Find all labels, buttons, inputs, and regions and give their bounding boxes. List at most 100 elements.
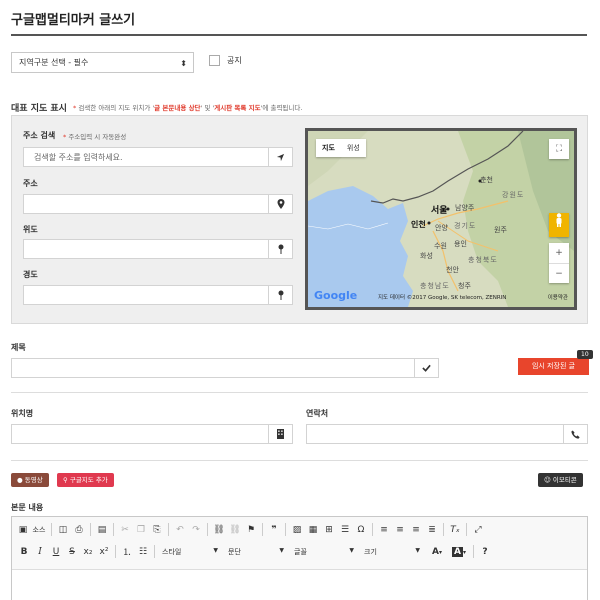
notice-label: 공지 — [227, 56, 242, 65]
video-button[interactable]: ● 동영상 — [11, 473, 49, 487]
emoticon-button[interactable]: ☺ 이모티콘 — [538, 473, 583, 487]
map-pin-icon[interactable] — [268, 195, 292, 213]
map-label: 강원도 — [502, 191, 525, 199]
address-search-label: 주소 검색 — [23, 131, 56, 140]
cut-icon[interactable]: ✂ — [117, 525, 133, 535]
map-terms-link[interactable]: 이용약관 — [548, 293, 568, 301]
remove-format-icon[interactable]: Tₓ — [447, 525, 463, 535]
tab-map[interactable]: 지도 — [316, 139, 341, 157]
map-section-note: * 검색한 아래의 지도 위치가 '글 본문내용 상단' 및 '게시판 목록 지… — [73, 104, 303, 112]
page-title: 구글맵멀티마커 글쓰기 — [11, 13, 136, 28]
strikethrough-icon[interactable]: S — [64, 547, 80, 557]
map-marker-icon: ⚲ — [63, 476, 68, 484]
latitude-input[interactable] — [23, 239, 293, 259]
address-search-note: * 주소입력 시 자동완성 — [63, 133, 127, 141]
map-label: 안양 — [435, 224, 448, 232]
region-select[interactable]: 지역구분 선택 - 필수 ⬍ — [11, 52, 194, 73]
print-icon[interactable]: ⎙ — [71, 525, 87, 535]
pegman-icon[interactable] — [549, 213, 569, 237]
play-circle-icon: ● — [17, 476, 23, 484]
tab-satellite[interactable]: 위성 — [341, 139, 366, 157]
source-icon[interactable]: ▣ — [16, 525, 30, 535]
special-char-icon[interactable]: Ω — [353, 525, 369, 535]
location-input[interactable] — [11, 424, 293, 444]
google-map[interactable]: 지도 위성 ⛶ + − Google 지도 데이터 ©2017 Google, … — [305, 128, 577, 310]
align-justify-icon[interactable]: ≣ — [424, 525, 440, 535]
horizontal-line-icon[interactable]: ☰ — [337, 525, 353, 535]
background-color-icon[interactable]: A ▾ — [448, 546, 470, 557]
align-left-icon[interactable]: ≡ — [376, 525, 392, 535]
preview-icon[interactable]: ◫ — [55, 525, 71, 535]
phone-icon[interactable] — [563, 425, 587, 443]
map-label: 용인 — [454, 240, 467, 248]
editor-content-area[interactable] — [12, 569, 587, 600]
check-icon[interactable] — [414, 359, 438, 377]
subject-input[interactable] — [11, 358, 439, 378]
pushpin-icon[interactable] — [268, 286, 292, 304]
anchor-flag-icon[interactable]: ⚑ — [243, 525, 259, 535]
select-arrow-icon: ⬍ — [180, 59, 187, 68]
notice-checkbox[interactable] — [209, 55, 220, 66]
numbered-list-icon[interactable]: ⒈ — [119, 545, 135, 558]
bullet-list-icon[interactable]: ☷ — [135, 547, 151, 557]
media-icon[interactable]: ▦ — [305, 525, 321, 535]
google-logo: Google — [314, 289, 358, 302]
contact-input[interactable] — [306, 424, 588, 444]
divider — [11, 392, 588, 393]
subscript-icon[interactable]: x₂ — [80, 547, 96, 557]
temp-saved-count-badge: 10 — [577, 350, 593, 359]
temp-saved-button[interactable]: 임시 저장된 글 — [518, 358, 589, 375]
unlink-icon[interactable]: ⛓ — [227, 525, 243, 535]
template-icon[interactable]: ▤ — [94, 525, 110, 535]
editor-toolbar-row-1: ▣ 소스 ◫ ⎙ ▤ ✂ ❐ ⎘ ↶ ↷ ⛓ ⛓ ⚑ ❞ ▨ ▦ ⊞ ☰ Ω ≡… — [16, 519, 486, 540]
undo-icon[interactable]: ↶ — [172, 525, 188, 535]
paste-icon[interactable]: ⎘ — [149, 525, 165, 535]
align-right-icon[interactable]: ≡ — [408, 525, 424, 535]
dropdown-arrow-icon: ▼ — [279, 546, 284, 554]
map-label: 충청북도 — [468, 256, 498, 264]
zoom-in-button[interactable]: + — [549, 243, 569, 263]
text-color-icon[interactable]: A▾ — [426, 547, 448, 557]
align-center-icon[interactable]: ≡ — [392, 525, 408, 535]
map-label: 경기도 — [454, 222, 477, 230]
bold-icon[interactable]: B — [16, 547, 32, 557]
dropdown-arrow-icon: ▼ — [415, 546, 420, 554]
underline-icon[interactable]: U — [48, 547, 64, 557]
building-icon[interactable] — [268, 425, 292, 443]
address-input[interactable] — [23, 194, 293, 214]
font-dropdown[interactable]: 글꼴 ▼ — [290, 547, 360, 557]
map-copyright: 지도 데이터 ©2017 Google, SK telecom, ZENRIN — [378, 295, 507, 301]
paragraph-dropdown[interactable]: 문단 ▼ — [224, 547, 290, 557]
subject-label: 제목 — [11, 343, 26, 352]
longitude-input[interactable] — [23, 285, 293, 305]
style-dropdown[interactable]: 스타일 ▼ — [158, 547, 224, 557]
map-label: 춘천 — [480, 176, 493, 184]
fullscreen-icon[interactable]: ⛶ — [549, 139, 569, 159]
map-section-heading: 대표 지도 표시 — [11, 104, 67, 114]
rich-text-editor[interactable]: ▣ 소스 ◫ ⎙ ▤ ✂ ❐ ⎘ ↶ ↷ ⛓ ⛓ ⚑ ❞ ▨ ▦ ⊞ ☰ Ω ≡… — [11, 516, 588, 600]
link-icon[interactable]: ⛓ — [211, 525, 227, 535]
zoom-out-button[interactable]: − — [549, 263, 569, 283]
italic-icon[interactable]: I — [32, 547, 48, 557]
title-divider — [11, 34, 587, 36]
address-search-input[interactable]: 검색할 주소를 입력하세요. — [23, 147, 293, 167]
size-dropdown[interactable]: 크기 ▼ — [360, 547, 426, 557]
help-icon[interactable]: ? — [477, 547, 493, 557]
longitude-label: 경도 — [23, 270, 38, 279]
map-label: 남양주 — [455, 204, 475, 212]
map-type-tabs[interactable]: 지도 위성 — [316, 139, 366, 157]
pushpin-icon[interactable] — [268, 240, 292, 258]
zoom-controls[interactable]: + − — [549, 243, 569, 283]
source-button[interactable]: 소스 — [30, 525, 48, 535]
table-icon[interactable]: ⊞ — [321, 525, 337, 535]
google-map-add-button[interactable]: ⚲ 구글지도 추가 — [57, 473, 114, 487]
superscript-icon[interactable]: x² — [96, 547, 112, 557]
image-icon[interactable]: ▨ — [289, 525, 305, 535]
latitude-label: 위도 — [23, 225, 38, 234]
locate-arrow-icon[interactable] — [268, 148, 292, 166]
location-label: 위치명 — [11, 409, 34, 418]
maximize-icon[interactable]: ⤢ — [470, 525, 486, 535]
blockquote-icon[interactable]: ❞ — [266, 525, 282, 535]
redo-icon[interactable]: ↷ — [188, 525, 204, 535]
copy-icon[interactable]: ❐ — [133, 525, 149, 535]
